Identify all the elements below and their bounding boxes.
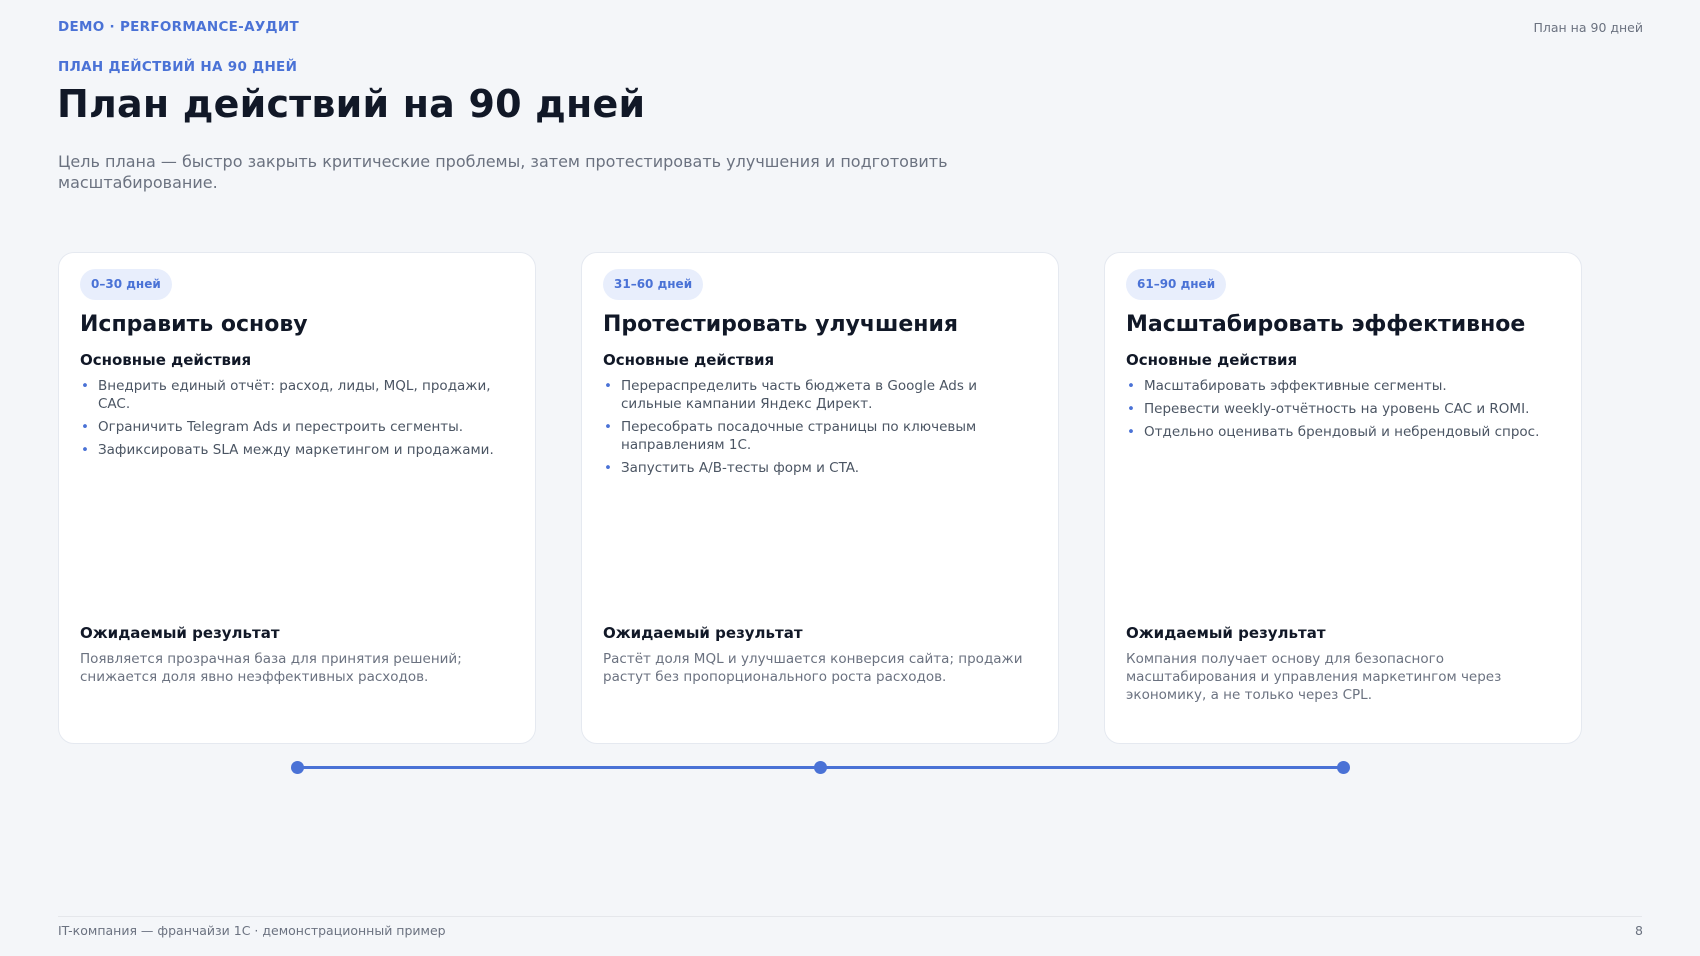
result-label: Ожидаемый результат [80, 624, 280, 642]
footer-caption: IT-компания — франчайзи 1С · демонстраци… [58, 923, 446, 938]
actions-label: Основные действия [1126, 351, 1298, 369]
page-number: 8 [1635, 923, 1643, 938]
action-item: • Внедрить единый отчёт: расход, лиды, MQ… [80, 377, 500, 413]
actions-list: • Перераспределить часть бюджета в Google… [603, 377, 1023, 482]
timeline-dot-phase-2 [814, 761, 827, 774]
action-item: • Запустить A/B-тесты форм и CTA. [603, 459, 1023, 477]
actions-label: Основные действия [603, 351, 775, 369]
bullet-icon: • [81, 442, 89, 458]
actions-label: Основные действия [80, 351, 252, 369]
page-subtitle: Цель плана — быстро закрыть критические … [58, 152, 948, 192]
bullet-icon: • [604, 460, 612, 476]
action-item: • Ограничить Telegram Ads и перестроить с… [80, 418, 500, 436]
action-item: • Отдельно оценивать брендовый и небрендо… [1126, 423, 1546, 441]
phase-period-badge: 31–60 дней [603, 269, 704, 300]
phase-period-badge: 0–30 дней [80, 269, 172, 300]
action-item: • Масштабировать эффективные сегменты. [1126, 377, 1546, 395]
action-item: • Перевести weekly-отчётность на уровень … [1126, 400, 1546, 418]
action-text: Масштабировать эффективные сегменты. [1144, 378, 1447, 394]
action-text: Отдельно оценивать брендовый и небрендов… [1144, 424, 1540, 440]
result-text: Появляется прозрачная база для принятия … [80, 651, 462, 685]
result-label: Ожидаемый результат [1126, 624, 1326, 642]
action-text: Внедрить единый отчёт: расход, лиды, MQL… [98, 378, 491, 412]
actions-list: • Масштабировать эффективные сегменты. • П… [1126, 377, 1546, 446]
action-item: • Перераспределить часть бюджета в Google… [603, 377, 1023, 413]
actions-list: • Внедрить единый отчёт: расход, лиды, MQ… [80, 377, 500, 464]
phase-title: Исправить основу [80, 312, 308, 337]
header-section-label: План на 90 дней [1533, 20, 1643, 35]
action-item: • Пересобрать посадочные страницы по ключ… [603, 418, 1023, 454]
action-text: Перераспределить часть бюджета в Google … [621, 378, 977, 412]
action-text: Перевести weekly-отчётность на уровень C… [1144, 401, 1530, 417]
bullet-icon: • [604, 419, 612, 435]
action-item: • Зафиксировать SLA между маркетингом и п… [80, 441, 500, 459]
phase-title: Протестировать улучшения [603, 312, 959, 337]
bullet-icon: • [1127, 424, 1135, 440]
timeline-dot-phase-1 [291, 761, 304, 774]
header-brand: DEMO · PERFORMANCE-АУДИТ [58, 19, 299, 35]
action-text: Ограничить Telegram Ads и перестроить се… [98, 419, 464, 435]
bullet-icon: • [81, 378, 89, 394]
bullet-icon: • [81, 419, 89, 435]
phase-card-0-30: 0–30 дней Исправить основу Основные дейс… [58, 252, 536, 744]
phase-card-61-90: 61–90 дней Масштабировать эффективное Ос… [1104, 252, 1582, 744]
result-label: Ожидаемый результат [603, 624, 803, 642]
bullet-icon: • [1127, 401, 1135, 417]
phase-period-badge: 61–90 дней [1126, 269, 1227, 300]
eyebrow: ПЛАН ДЕЙСТВИЙ НА 90 ДНЕЙ [58, 59, 298, 75]
footer-divider [58, 916, 1642, 917]
timeline-dot-phase-3 [1337, 761, 1350, 774]
action-text: Зафиксировать SLA между маркетингом и пр… [98, 442, 494, 458]
bullet-icon: • [604, 378, 612, 394]
result-text: Компания получает основу для безопасного… [1126, 651, 1502, 703]
bullet-icon: • [1127, 378, 1135, 394]
action-text: Запустить A/B-тесты форм и CTA. [621, 460, 860, 476]
action-text: Пересобрать посадочные страницы по ключе… [621, 419, 977, 453]
page-title: План действий на 90 дней [57, 82, 646, 126]
phase-title: Масштабировать эффективное [1126, 312, 1526, 337]
result-text: Растёт доля MQL и улучшается конверсия с… [603, 651, 1023, 685]
phase-card-31-60: 31–60 дней Протестировать улучшения Осно… [581, 252, 1059, 744]
